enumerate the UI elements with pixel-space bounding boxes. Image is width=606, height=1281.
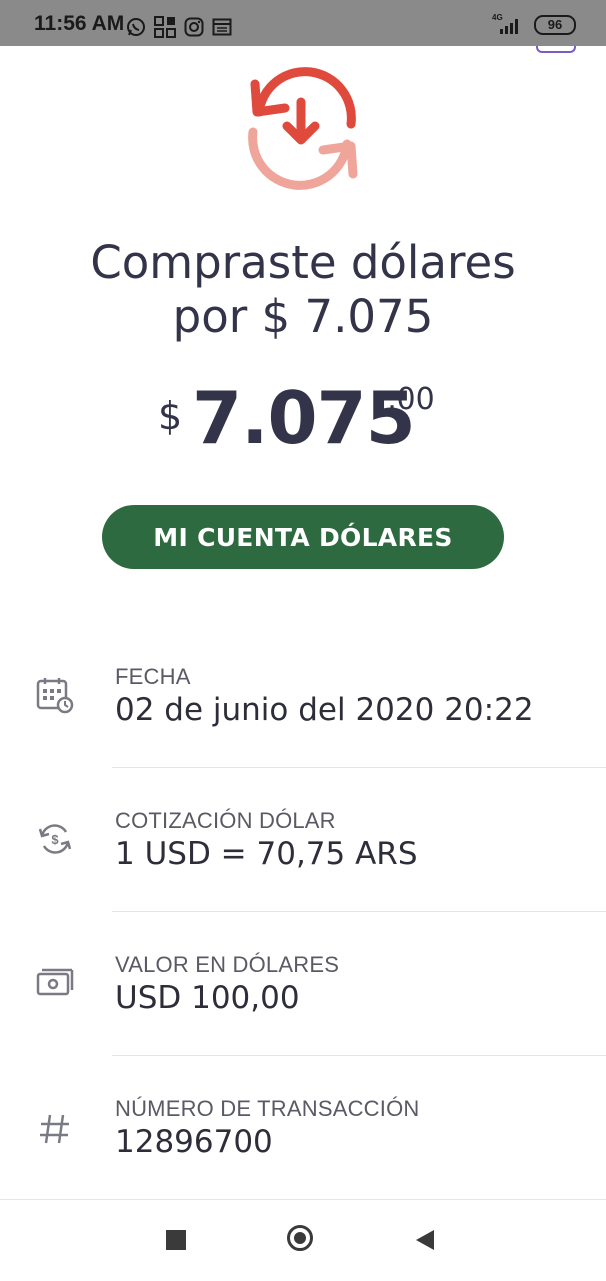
usd-value: USD 100,00 — [115, 980, 300, 1016]
instagram-icon — [184, 17, 204, 37]
detail-row-rate: $ COTIZACIÓN DÓLAR 1 USD = 70,75 ARS — [0, 768, 606, 912]
detail-row-date: FECHA 02 de junio del 2020 20:22 — [0, 624, 606, 768]
home-icon[interactable] — [287, 1225, 313, 1251]
currency-exchange-icon — [248, 67, 358, 190]
date-label: FECHA — [115, 664, 191, 689]
battery-icon: 96 — [534, 15, 576, 35]
transaction-label: NÚMERO DE TRANSACCIÓN — [115, 1096, 420, 1121]
news-icon — [212, 18, 232, 36]
notification-icons — [126, 16, 232, 38]
my-dollar-account-button[interactable]: MI CUENTA DÓLARES — [102, 505, 504, 569]
back-icon[interactable] — [416, 1230, 434, 1250]
money-bill-icon — [36, 968, 74, 996]
recent-apps-icon[interactable] — [166, 1230, 186, 1250]
usd-value-label: VALOR EN DÓLARES — [115, 952, 340, 977]
title-line-2: por $ 7.075 — [172, 290, 434, 343]
system-nav-bar — [0, 1199, 606, 1281]
date-value: 02 de junio del 2020 20:22 — [115, 692, 534, 728]
exchange-rate-icon: $ — [38, 824, 72, 854]
amount-integer: 7.075 — [192, 376, 416, 460]
title-line-1: Compraste dólares — [90, 236, 516, 289]
transaction-value: 12896700 — [115, 1124, 273, 1160]
status-time: 11:56 AM — [34, 12, 125, 35]
rate-value: 1 USD = 70,75 ARS — [115, 836, 418, 872]
signal-icon: 4G — [492, 13, 524, 35]
rate-label: COTIZACIÓN DÓLAR — [115, 808, 336, 833]
amount-decimals: ,00 — [387, 382, 435, 417]
page-title: Compraste dólares por $ 7.075 — [0, 236, 606, 344]
detail-row-usd-value: VALOR EN DÓLARES USD 100,00 — [0, 912, 606, 1056]
apps-grid-icon — [154, 16, 176, 38]
detail-row-transaction: NÚMERO DE TRANSACCIÓN 12896700 — [0, 1056, 606, 1200]
top-accent — [536, 46, 576, 53]
whatsapp-icon — [127, 18, 145, 36]
svg-text:$: $ — [51, 832, 59, 847]
amount-currency: $ — [158, 394, 183, 438]
system-status: 4G 96 — [492, 13, 576, 35]
amount-display: $ 7.075 ,00 — [0, 372, 606, 462]
calendar-clock-icon — [36, 678, 74, 714]
status-bar: 11:56 AM 4G 96 — [0, 0, 606, 46]
hash-icon — [40, 1114, 69, 1144]
